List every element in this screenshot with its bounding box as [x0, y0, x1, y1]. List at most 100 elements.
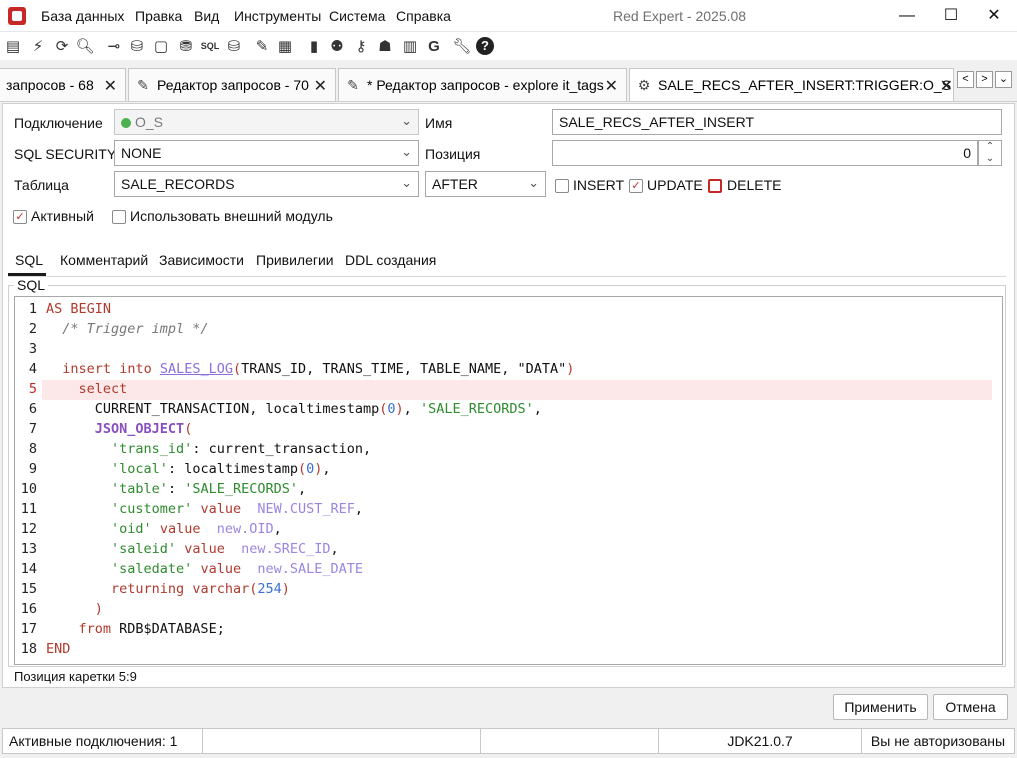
- code-line[interactable]: from RDB$DATABASE;: [46, 621, 225, 637]
- active-label: Активный: [31, 208, 94, 224]
- close-window-button[interactable]: ✕: [971, 0, 1017, 32]
- tab-query-explore[interactable]: ✎ * Редактор запросов - explore it_tags …: [338, 68, 627, 101]
- tab-query-70[interactable]: ✎ Редактор запросов - 70 ✕: [128, 68, 336, 101]
- editor-icon[interactable]: ▢: [150, 35, 172, 57]
- code-line[interactable]: select: [46, 381, 128, 397]
- chevron-down-icon: ⌄: [401, 113, 412, 128]
- active-checkbox[interactable]: ✓: [13, 208, 27, 224]
- minimize-button[interactable]: —: [884, 0, 930, 32]
- line-number: 2: [28, 321, 37, 337]
- line-number: 8: [28, 441, 37, 457]
- key-icon[interactable]: ⚷: [350, 35, 372, 57]
- sql-security-value: NONE: [121, 145, 162, 161]
- connected-status-icon: [121, 118, 131, 128]
- checkmark-icon: ✓: [13, 209, 27, 224]
- menu-view[interactable]: Вид: [194, 8, 219, 24]
- external-module-checkbox[interactable]: [112, 208, 126, 224]
- table-select[interactable]: SALE_RECORDS ⌄: [114, 171, 419, 197]
- line-number: 3: [28, 341, 37, 357]
- sql-icon[interactable]: SQL: [199, 35, 221, 57]
- line-number: 15: [20, 581, 37, 597]
- update-checkbox[interactable]: ✓: [629, 177, 643, 193]
- menu-database[interactable]: База данных: [41, 8, 124, 24]
- position-field[interactable]: 0: [552, 140, 978, 166]
- menu-system[interactable]: Система: [329, 8, 385, 24]
- tab-ddl[interactable]: DDL создания: [345, 252, 436, 268]
- line-number: 14: [20, 561, 37, 577]
- code-line[interactable]: /* Trigger impl */: [46, 321, 208, 337]
- code-line[interactable]: 'saleid' value new.SREC_ID,: [46, 541, 339, 557]
- cancel-button[interactable]: Отмена: [933, 694, 1008, 720]
- close-icon[interactable]: ✕: [314, 76, 327, 96]
- close-icon[interactable]: ✕: [605, 76, 618, 96]
- menu-edit[interactable]: Правка: [135, 8, 182, 24]
- tab-comment[interactable]: Комментарий: [60, 252, 148, 268]
- database-check-icon[interactable]: ⛁: [223, 35, 245, 57]
- code-line[interactable]: JSON_OBJECT(: [46, 421, 193, 437]
- code-line[interactable]: 'table': 'SALE_RECORDS',: [46, 481, 306, 497]
- code-line[interactable]: CURRENT_TRANSACTION, localtimestamp(0), …: [46, 401, 542, 417]
- maximize-button[interactable]: ☐: [928, 0, 974, 32]
- connection-select[interactable]: O_S ⌄: [114, 109, 419, 135]
- timing-select[interactable]: AFTER ⌄: [425, 171, 546, 197]
- line-number: 16: [20, 601, 37, 617]
- toolbar: ▤ ⚡ ⟳ 🔍︎ ⊸ ⛁ ▢ ⛃ SQL ⛁ ✎ ▦ ▮ ⚉ ⚷ ☗ ▥ G 🔧…: [0, 32, 1017, 60]
- tab-label: * Редактор запросов - explore it_tags: [367, 77, 604, 93]
- checkbox-icon: [708, 178, 722, 193]
- apply-button[interactable]: Применить: [833, 694, 928, 720]
- menu-tools[interactable]: Инструменты: [234, 8, 321, 24]
- grant-icon[interactable]: ☗: [374, 35, 396, 57]
- code-line[interactable]: ): [46, 601, 103, 617]
- tab-sql[interactable]: SQL: [15, 252, 43, 268]
- pen-icon[interactable]: ✎: [251, 35, 273, 57]
- export-icon[interactable]: ▥: [399, 35, 421, 57]
- database-stack-icon[interactable]: ⛃: [175, 35, 197, 57]
- close-icon[interactable]: ✕: [940, 76, 953, 96]
- tab-privileges[interactable]: Привилегии: [256, 252, 334, 268]
- code-line[interactable]: END: [46, 641, 70, 657]
- code-line[interactable]: 'local': localtimestamp(0),: [46, 461, 331, 477]
- database-add-icon[interactable]: ⛁: [126, 35, 148, 57]
- line-number: 9: [28, 461, 37, 477]
- name-field[interactable]: SALE_RECS_AFTER_INSERT: [552, 109, 1002, 135]
- table-icon[interactable]: ▦: [274, 35, 296, 57]
- checkbox-icon: [112, 209, 126, 224]
- connect-icon[interactable]: ⊸: [103, 35, 125, 57]
- chart-icon[interactable]: ▮: [303, 35, 325, 57]
- tab-list-button[interactable]: ⌄: [995, 71, 1012, 88]
- tab-dependencies[interactable]: Зависимости: [159, 252, 244, 268]
- tools-icon[interactable]: 🔧︎: [451, 35, 473, 57]
- code-line[interactable]: 'customer' value NEW.CUST_REF,: [46, 501, 363, 517]
- sql-security-select[interactable]: NONE ⌄: [114, 140, 419, 166]
- tab-label: Редактор запросов - 70: [157, 77, 309, 93]
- generator-icon[interactable]: G: [423, 35, 445, 57]
- code-line[interactable]: insert into SALES_LOG(TRANS_ID, TRANS_TI…: [46, 361, 574, 377]
- refresh-icon[interactable]: ⟳: [51, 35, 73, 57]
- help-icon[interactable]: ?: [474, 35, 496, 57]
- tab-trigger[interactable]: ⚙ SALE_RECS_AFTER_INSERT:TRIGGER:O_S ✕: [629, 68, 954, 101]
- code-line[interactable]: AS BEGIN: [46, 301, 111, 317]
- tab-scroll-left-button[interactable]: <: [957, 71, 974, 88]
- code-line[interactable]: 'oid' value new.OID,: [46, 521, 282, 537]
- tab-query-68[interactable]: запросов - 68 ✕: [0, 68, 126, 101]
- status-cell-empty: [203, 728, 481, 754]
- insert-checkbox[interactable]: [555, 177, 569, 193]
- line-number: 12: [20, 521, 37, 537]
- menu-help[interactable]: Справка: [396, 8, 451, 24]
- position-stepper[interactable]: ⌃ ⌄: [978, 140, 1002, 166]
- code-line[interactable]: 'trans_id': current_transaction,: [46, 441, 371, 457]
- connection-value: O_S: [135, 114, 164, 130]
- close-icon[interactable]: ✕: [104, 76, 117, 96]
- insert-label: INSERT: [573, 177, 625, 193]
- disconnect-icon[interactable]: ⚡: [27, 35, 49, 57]
- search-icon[interactable]: 🔍︎: [74, 35, 96, 57]
- delete-checkbox[interactable]: [708, 177, 722, 193]
- users-icon[interactable]: ⚉: [326, 35, 348, 57]
- tab-scroll-right-button[interactable]: >: [976, 71, 993, 88]
- code-line[interactable]: 'saledate' value new.SALE_DATE: [46, 561, 363, 577]
- code-line[interactable]: returning varchar(254): [46, 581, 290, 597]
- tab-label: SALE_RECS_AFTER_INSERT:TRIGGER:O_S: [658, 77, 952, 93]
- tree-icon[interactable]: ▤: [2, 35, 24, 57]
- chevron-down-icon: ⌄: [401, 144, 412, 159]
- sql-code-editor[interactable]: 1 2 3 4 5 6 7 8 9 10 11 12 13 14 15 16 17 18 AS BEGIN /* …: [14, 296, 1003, 665]
